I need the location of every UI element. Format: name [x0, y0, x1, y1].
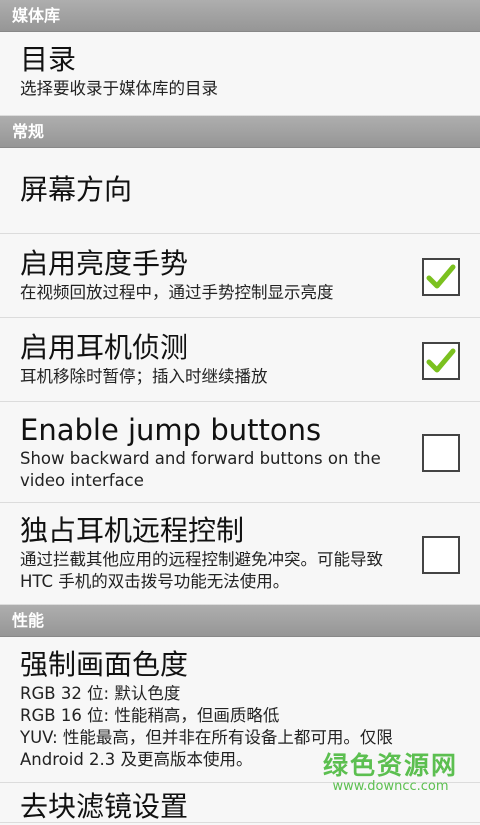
- section-header-media-library: 媒体库: [0, 0, 480, 32]
- watermark-name: 绿色资源网: [322, 751, 458, 780]
- pref-chroma-summary-line: YUV: 性能最高，但并非在所有设备上都可用。仅限: [20, 728, 393, 747]
- pref-jump-summary: Show backward and forward buttons on the…: [20, 449, 381, 490]
- section-header-general: 常规: [0, 116, 480, 148]
- pref-remote-control[interactable]: 独占耳机远程控制 通过拦截其他应用的远程控制避免冲突。可能导致 HTC 手机的双…: [0, 503, 480, 605]
- pref-brightness-summary: 在视频回放过程中，通过手势控制显示亮度: [20, 283, 334, 302]
- pref-chroma-summary-line: RGB 32 位: 默认色度: [20, 684, 181, 703]
- pref-directory[interactable]: 目录 选择要收录于媒体库的目录: [0, 32, 480, 116]
- jump-buttons-checkbox[interactable]: [422, 434, 460, 472]
- pref-headset-detection[interactable]: 启用耳机侦测 耳机移除时暂停；插入时继续播放: [0, 318, 480, 402]
- pref-headset-summary: 耳机移除时暂停；插入时继续播放: [20, 367, 268, 386]
- pref-jump-title: Enable jump buttons: [20, 413, 322, 447]
- pref-orientation[interactable]: 屏幕方向: [0, 148, 480, 234]
- pref-directory-summary: 选择要收录于媒体库的目录: [20, 79, 218, 98]
- brightness-checkbox[interactable]: [422, 257, 460, 296]
- pref-remote-title: 独占耳机远程控制: [20, 514, 245, 547]
- headset-checkbox[interactable]: [422, 341, 460, 380]
- pref-deblocking-title: 去块滤镜设置: [20, 790, 189, 823]
- remote-control-checkbox[interactable]: [422, 535, 460, 574]
- pref-brightness-gesture[interactable]: 启用亮度手势 在视频回放过程中，通过手势控制显示亮度: [0, 234, 480, 318]
- checkmark-icon: [426, 264, 456, 288]
- pref-brightness-title: 启用亮度手势: [20, 247, 189, 280]
- watermark-url: www.downcc.com: [332, 779, 449, 794]
- pref-directory-title: 目录: [20, 43, 77, 76]
- pref-chroma-title: 强制画面色度: [20, 648, 189, 681]
- pref-orientation-title: 屏幕方向: [20, 173, 133, 206]
- checkmark-icon: [426, 348, 456, 372]
- pref-jump-buttons[interactable]: Enable jump buttons Show backward and fo…: [0, 402, 480, 503]
- pref-remote-summary: 通过拦截其他应用的远程控制避免冲突。可能导致 HTC 手机的双击拨号功能无法使用…: [20, 550, 383, 591]
- pref-headset-title: 启用耳机侦测: [20, 331, 189, 364]
- site-watermark: 绿色资源网 www.downcc.com: [323, 752, 458, 794]
- section-header-performance: 性能: [0, 605, 480, 637]
- pref-chroma-summary-line: RGB 16 位: 性能稍高，但画质略低: [20, 706, 280, 725]
